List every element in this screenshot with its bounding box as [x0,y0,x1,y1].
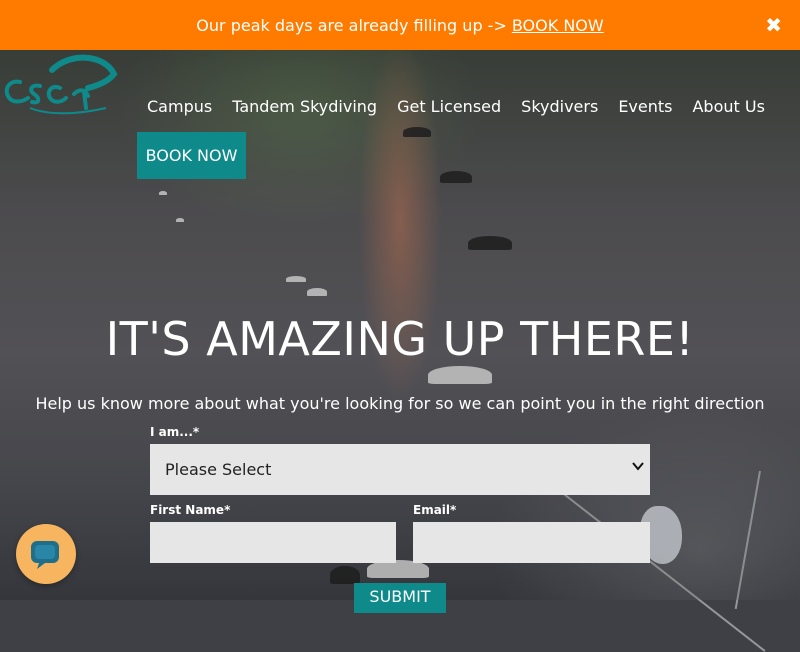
email-field[interactable] [413,522,650,563]
nav-item-skydivers[interactable]: Skydivers [521,97,598,116]
iam-select[interactable]: Please Select [150,444,650,495]
parachute-logo[interactable] [0,52,118,118]
announcement-book-link[interactable]: BOOK NOW [512,16,604,35]
required-mark: * [224,503,231,517]
nav-item-tandem-skydiving[interactable]: Tandem Skydiving [232,97,377,116]
required-mark: * [192,425,200,439]
first-name-field[interactable] [150,522,396,563]
required-mark: * [450,503,457,517]
chat-icon[interactable] [16,524,76,584]
book-now-button[interactable]: BOOK NOW [137,132,246,179]
nav-item-campus[interactable]: Campus [147,97,212,116]
iam-select-value: Please Select [165,460,272,479]
hero-title: IT'S AMAZING UP THERE! [105,312,695,366]
first-name-label-text: First Name [150,503,225,517]
nav-item-about-us[interactable]: About Us [692,97,764,116]
submit-button[interactable]: SUBMIT [354,583,446,613]
main-navigation: Campus Tandem Skydiving Get Licensed Sky… [147,97,785,116]
close-icon[interactable]: ✖ [765,13,782,37]
nav-item-events[interactable]: Events [618,97,672,116]
nav-item-get-licensed[interactable]: Get Licensed [397,97,501,116]
iam-label: I am...* [150,425,199,439]
email-label: Email* [413,503,456,517]
hero-subtitle: Help us know more about what you're look… [35,394,765,413]
email-label-text: Email [413,503,451,517]
iam-label-text: I am... [150,425,193,439]
first-name-label: First Name* [150,503,230,517]
announcement-text: Our peak days are already filling up -> [196,15,507,35]
announcement-bar: Our peak days are already filling up -> … [0,0,800,50]
chevron-down-icon [632,460,644,474]
